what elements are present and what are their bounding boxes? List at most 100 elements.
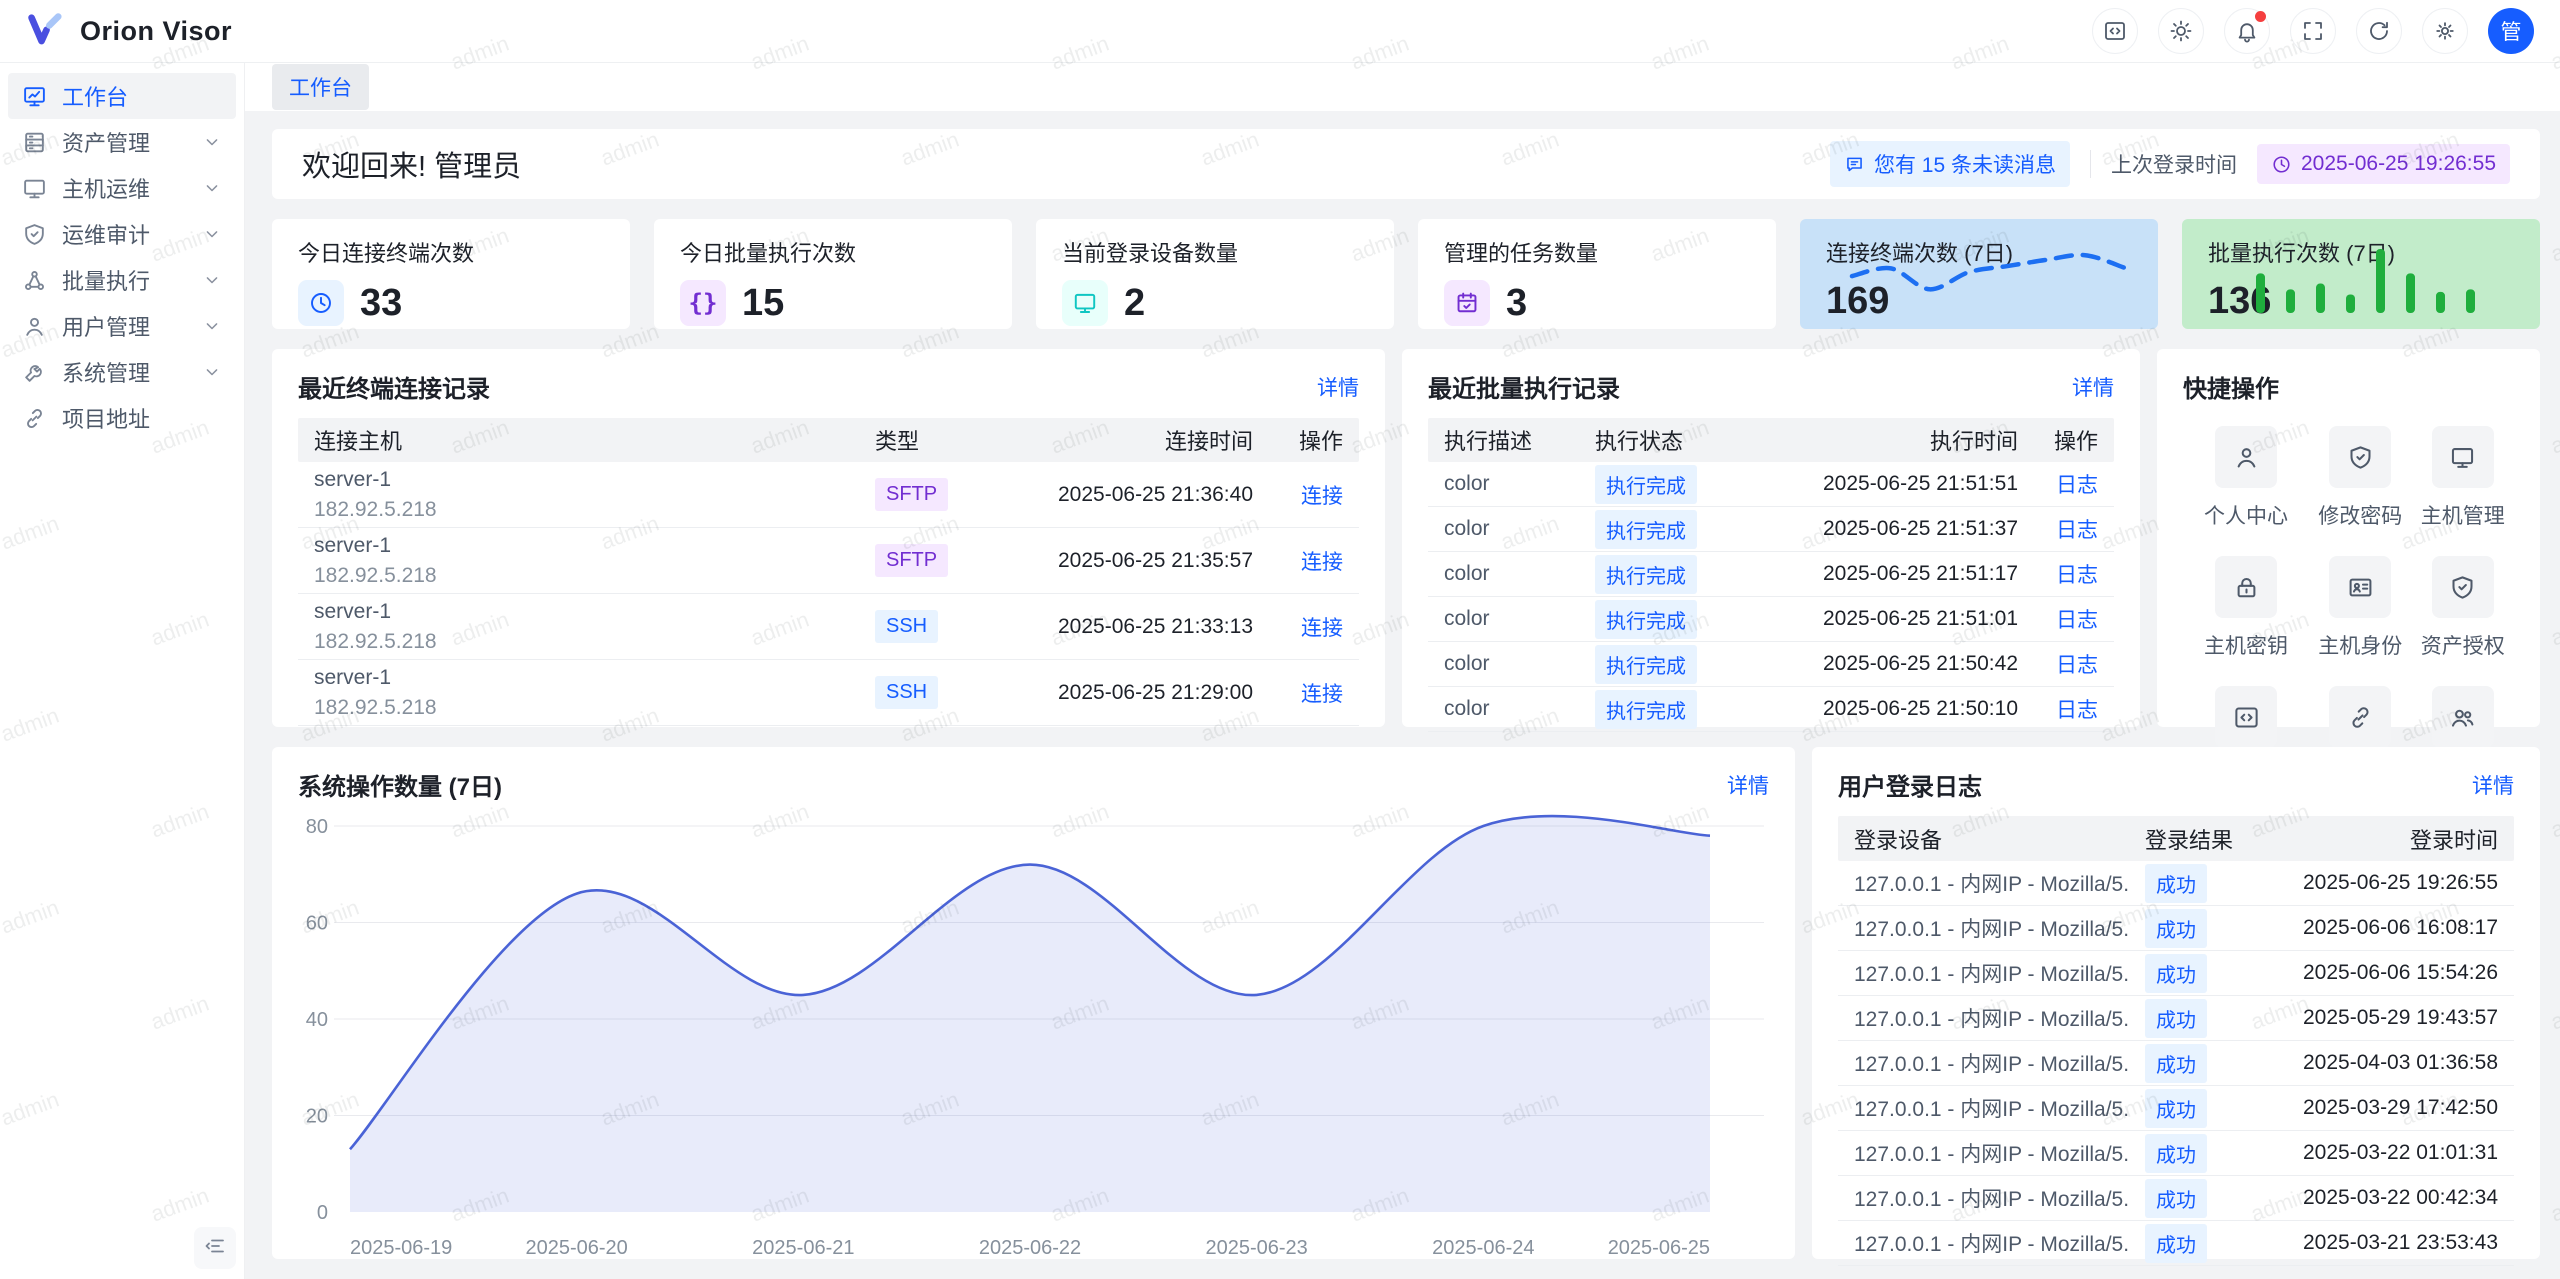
exec-time: 2025-06-25 21:51:37 — [1754, 517, 2034, 541]
svg-text:2025-06-25: 2025-06-25 — [1608, 1237, 1710, 1259]
log-link[interactable]: 日志 — [2034, 469, 2114, 499]
login-device: 127.0.0.1 - 内网IP - Mozilla/5.0 (Windows … — [1838, 1003, 2129, 1033]
stat-value: 15 — [742, 282, 784, 325]
quick-action-label: 主机密钥 — [2204, 630, 2288, 660]
terminal-detail-link[interactable]: 详情 — [1317, 372, 1359, 402]
connect-time: 2025-06-25 21:35:57 — [979, 549, 1269, 573]
login-time: 2025-04-03 01:36:58 — [2259, 1051, 2514, 1075]
quick-action-id-card[interactable]: 主机身份 — [2309, 556, 2412, 660]
exec-time: 2025-06-25 21:50:10 — [1754, 697, 2034, 721]
host-icon — [22, 176, 47, 201]
sidebar-item-batch[interactable]: 批量执行 — [8, 257, 236, 303]
chevron-down-icon — [202, 270, 222, 290]
sidebar-nav: 工作台资产管理主机运维运维审计批量执行用户管理系统管理项目地址 — [0, 63, 244, 451]
col-header-result: 登录结果 — [2129, 823, 2259, 855]
unread-messages-badge[interactable]: 您有 15 条未读消息 — [1830, 141, 2070, 187]
table-header: 登录设备登录结果登录时间 — [1838, 816, 2514, 861]
quick-action-shield-check[interactable]: 修改密码 — [2309, 426, 2412, 530]
col-header-time: 连接时间 — [979, 424, 1269, 456]
quick-action-lock[interactable]: 主机密钥 — [2183, 556, 2309, 660]
batch-executions-table: 执行描述执行状态执行时间操作color执行完成2025-06-25 21:51:… — [1428, 418, 2114, 732]
table-row: 127.0.0.1 - 内网IP - Mozilla/5.0 (Windows … — [1838, 906, 2514, 951]
quick-action-user[interactable]: 个人中心 — [2183, 426, 2309, 530]
col-header-host: 连接主机 — [298, 424, 859, 456]
terminal-connections-table: 连接主机类型连接时间操作server-1182.92.5.218SFTP2025… — [298, 418, 1359, 726]
stat-card-3: 管理的任务数量3 — [1418, 219, 1776, 329]
connect-link[interactable]: 连接 — [1269, 678, 1359, 708]
stat-card-2: 当前登录设备数量2 — [1036, 219, 1394, 329]
notification-dot — [2255, 11, 2266, 22]
welcome-title: 欢迎回来! 管理员 — [302, 143, 521, 185]
quick-actions-panel: 快捷操作 个人中心修改密码主机管理主机密钥主机身份资产授权主机终端连接日志在线会… — [2157, 349, 2540, 727]
user-avatar[interactable]: 管 — [2488, 8, 2534, 54]
log-link[interactable]: 日志 — [2034, 514, 2114, 544]
login-device: 127.0.0.1 - 内网IP - Mozilla/5.0 (Windows … — [1838, 868, 2129, 898]
sidebar-item-host[interactable]: 主机运维 — [8, 165, 236, 211]
devtools-button[interactable] — [2092, 8, 2138, 54]
login-time: 2025-05-29 19:43:57 — [2259, 1006, 2514, 1030]
sidebar-item-system[interactable]: 系统管理 — [8, 349, 236, 395]
chevron-down-icon — [202, 132, 222, 152]
sidebar-item-workbench[interactable]: 工作台 — [8, 73, 236, 119]
sidebar-item-label: 项目地址 — [62, 402, 150, 434]
batch-detail-link[interactable]: 详情 — [2072, 372, 2114, 402]
workbench-icon — [22, 84, 47, 109]
breadcrumb-item-workbench[interactable]: 工作台 — [272, 64, 369, 110]
message-icon — [1844, 154, 1865, 175]
settings-button[interactable] — [2422, 8, 2468, 54]
log-link[interactable]: 日志 — [2034, 694, 2114, 724]
sidebar-item-link[interactable]: 项目地址 — [8, 395, 236, 441]
login-time: 2025-03-22 00:42:34 — [2259, 1186, 2514, 1210]
svg-text:0: 0 — [317, 1202, 328, 1224]
connect-link[interactable]: 连接 — [1269, 546, 1359, 576]
sidebar-item-assets[interactable]: 资产管理 — [8, 119, 236, 165]
recent-batch-executions-panel: 最近批量执行记录 详情 执行描述执行状态执行时间操作color执行完成2025-… — [1402, 349, 2140, 727]
quick-action-label: 主机身份 — [2318, 630, 2402, 660]
sidebar-item-label: 运维审计 — [62, 218, 150, 250]
panel-title: 最近终端连接记录 — [298, 369, 490, 404]
quick-action-shield-check[interactable]: 资产授权 — [2412, 556, 2515, 660]
clock-icon — [298, 280, 344, 326]
sidebar-collapse-button[interactable] — [194, 1227, 236, 1269]
col-header-time: 登录时间 — [2259, 823, 2514, 855]
fullscreen-button[interactable] — [2290, 8, 2336, 54]
table-row: color执行完成2025-06-25 21:51:51日志 — [1428, 462, 2114, 507]
table-row: 127.0.0.1 - 内网IP - Mozilla/5.0 (Windows … — [1838, 1086, 2514, 1131]
login-result-badge: 成功 — [2129, 1179, 2259, 1218]
connect-link[interactable]: 连接 — [1269, 480, 1359, 510]
sidebar-item-user[interactable]: 用户管理 — [8, 303, 236, 349]
gear-icon — [2433, 19, 2457, 43]
login-detail-link[interactable]: 详情 — [2472, 770, 2514, 800]
quick-action-monitor[interactable]: 主机管理 — [2412, 426, 2515, 530]
login-device: 127.0.0.1 - 内网IP - Mozilla/5.0 (Windows … — [1838, 1048, 2129, 1078]
link-icon — [2329, 686, 2391, 748]
panel-title: 用户登录日志 — [1838, 767, 1982, 802]
theme-button[interactable] — [2158, 8, 2204, 54]
exec-desc: color — [1428, 697, 1579, 721]
svg-text:40: 40 — [306, 1009, 328, 1031]
notifications-button[interactable] — [2224, 8, 2270, 54]
svg-text:2025-06-24: 2025-06-24 — [1432, 1237, 1534, 1259]
table-row: 127.0.0.1 - 内网IP - Mozilla/5.0 (Windows … — [1838, 1221, 2514, 1266]
sun-icon — [2169, 19, 2193, 43]
log-link[interactable]: 日志 — [2034, 604, 2114, 634]
exec-time: 2025-06-25 21:51:01 — [1754, 607, 2034, 631]
braces-icon: {} — [680, 280, 726, 326]
chart-detail-link[interactable]: 详情 — [1727, 770, 1769, 800]
connect-link[interactable]: 连接 — [1269, 612, 1359, 642]
exec-desc: color — [1428, 517, 1579, 541]
refresh-button[interactable] — [2356, 8, 2402, 54]
sidebar-item-label: 系统管理 — [62, 356, 150, 388]
log-link[interactable]: 日志 — [2034, 559, 2114, 589]
sidebar: 工作台资产管理主机运维运维审计批量执行用户管理系统管理项目地址 — [0, 63, 245, 1279]
login-result-badge: 成功 — [2129, 1089, 2259, 1128]
log-link[interactable]: 日志 — [2034, 649, 2114, 679]
collapse-sidebar-icon — [203, 1234, 227, 1263]
sidebar-item-audit[interactable]: 运维审计 — [8, 211, 236, 257]
login-device: 127.0.0.1 - 内网IP - Mozilla/5.0 (Windows … — [1838, 958, 2129, 988]
code-icon — [2103, 19, 2127, 43]
chevron-down-icon — [202, 316, 222, 336]
quick-action-label: 资产授权 — [2421, 630, 2505, 660]
table-row: 127.0.0.1 - 内网IP - Mozilla/5.0 (Windows … — [1838, 1131, 2514, 1176]
exec-status-badge: 执行完成 — [1579, 510, 1754, 549]
